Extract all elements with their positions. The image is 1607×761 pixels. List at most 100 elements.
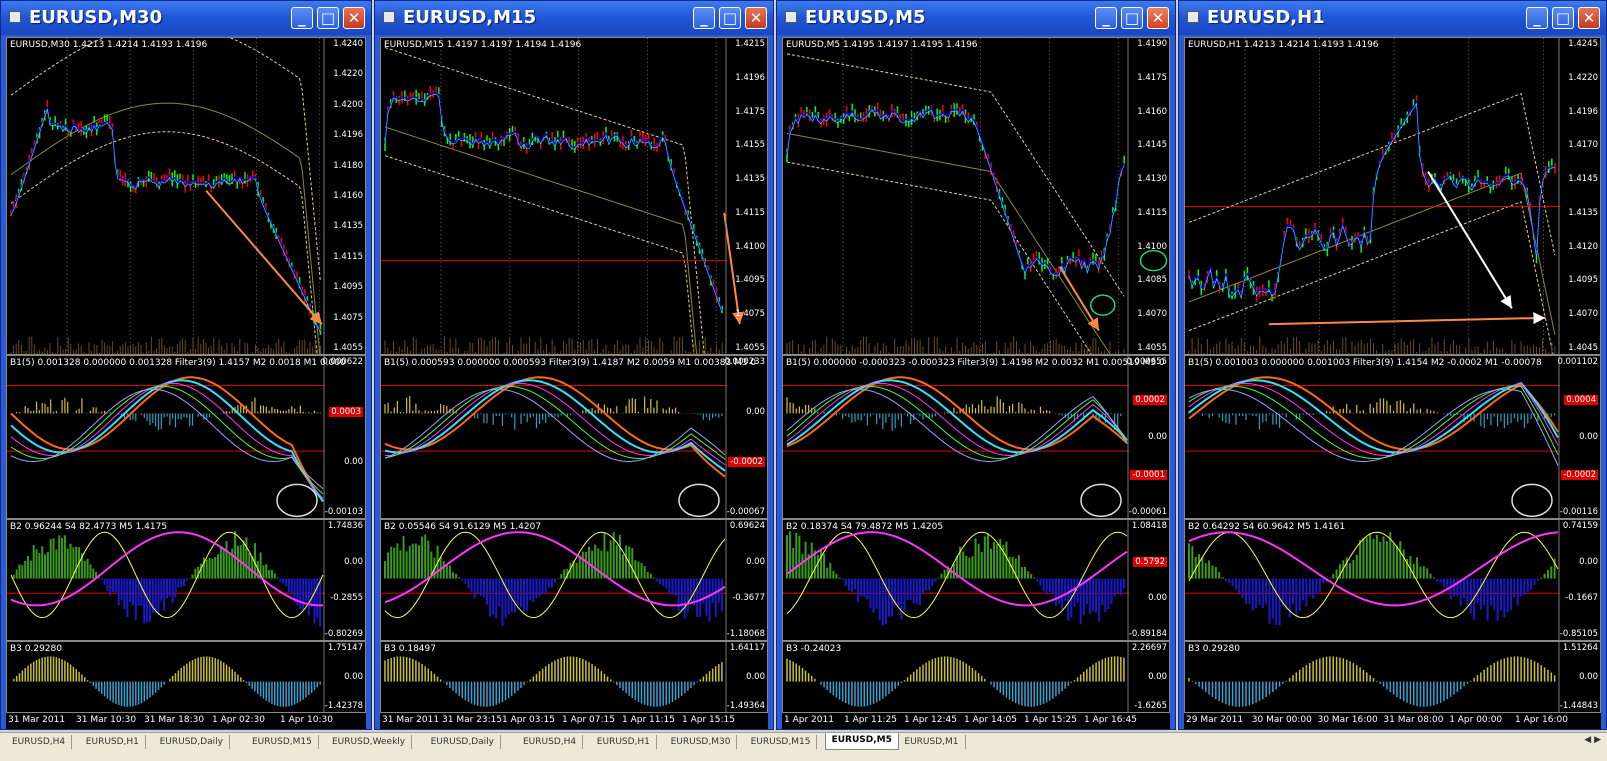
window-titlebar[interactable]: EURUSD,H1 _ □ ✕: [1179, 1, 1606, 35]
axis-tick-label: 0.00: [1148, 432, 1167, 442]
price-axis: 1.08418 0.5792 0.00 -0.89184: [1125, 520, 1169, 640]
trend-arrow: [1427, 171, 1513, 309]
b1-pane[interactable]: B1(5) 0.000593 0.000000 0.000593 Filter3…: [380, 355, 768, 519]
axis-tick-label: 1.4075: [735, 309, 765, 320]
price-pane[interactable]: EURUSD,M30 1.4213 1.4214 1.4193 1.4196 1.…: [6, 37, 366, 355]
axis-tick-label: -0.00061: [1128, 507, 1167, 517]
price-line-2: [786, 109, 1125, 277]
price-pane[interactable]: EURUSD,M5 1.4195 1.4197 1.4195 1.4196 1.4…: [782, 37, 1170, 355]
chart-tab[interactable]: EURUSD,Weekly: [326, 735, 413, 749]
window-titlebar[interactable]: EURUSD,M30 _ □ ✕: [1, 1, 371, 35]
b3-pane[interactable]: B3 0.29280 1.75147 0.00 -1.42378: [6, 641, 366, 713]
axis-tick-label: -1.42378: [324, 701, 363, 711]
axis-tick-label: 0.000622: [322, 357, 363, 367]
b3-indicator-label: B3 0.18497: [384, 644, 436, 654]
close-icon[interactable]: ✕: [1147, 7, 1169, 29]
price-pane[interactable]: EURUSD,M15 1.4197 1.4197 1.4194 1.4196 1.…: [380, 37, 768, 355]
axis-tick-label: -0.0002: [728, 457, 765, 467]
axis-tick-label: 1.4215: [735, 39, 765, 49]
axis-tick-label: 1.4160: [1137, 106, 1167, 117]
time-axis: 31 Mar 2011 31 Mar 10:30 31 Mar 18:30 1 Apr…: [6, 713, 366, 729]
price-plot: [10, 38, 325, 354]
close-icon[interactable]: ✕: [745, 7, 767, 29]
axis-tick-label: 1.4100: [1137, 241, 1167, 252]
b1-pane[interactable]: B1(5) 0.001328 0.000000 0.001328 Filter3…: [6, 355, 366, 519]
b3-pane[interactable]: B3 0.18497 1.64117 0.00 -1.49364: [380, 641, 768, 713]
maximize-icon[interactable]: □: [1552, 7, 1574, 29]
b2-pane[interactable]: B2 0.18374 S4 79.4872 M5 1.4205 1.08418 0.…: [782, 519, 1170, 641]
b3-pane[interactable]: B3 -0.24023 2.26697 0.00 -1.6265: [782, 641, 1170, 713]
chart-tab[interactable]: EURUSD,Daily: [425, 735, 501, 749]
time-tick-label: 1 Apr 15:15: [682, 715, 735, 725]
b1-pane[interactable]: B1(5) 0.001003 0.000000 0.001003 Filter3…: [1184, 355, 1601, 519]
minimize-icon[interactable]: _: [1095, 7, 1117, 29]
axis-tick-label: -0.3677: [732, 593, 765, 603]
axis-tick-label: 1.4240: [333, 39, 363, 49]
time-tick-label: 1 Apr 14:05: [964, 715, 1017, 725]
axis-tick-label: 1.4100: [735, 241, 765, 252]
tab-scroll-arrows[interactable]: ◀ ▶: [1584, 735, 1601, 745]
price-axis: 1.4190 1.4175 1.4160 1.4145 1.4130 1.4115 1.41…: [1125, 38, 1169, 354]
axis-tick-label: 1.4075: [333, 312, 363, 323]
price-pane[interactable]: EURUSD,H1 1.4213 1.4214 1.4193 1.4196 1.4…: [1184, 37, 1601, 355]
axis-tick-label: 1.64117: [729, 643, 765, 653]
minimize-icon[interactable]: _: [1526, 7, 1548, 29]
highlight-circle: [276, 483, 318, 518]
window-titlebar[interactable]: EURUSD,M15 _ □ ✕: [375, 1, 773, 35]
maximize-icon[interactable]: □: [1121, 7, 1143, 29]
axis-tick-label: -0.0001: [1130, 469, 1167, 480]
b1-indicator-label: B1(5) 0.000593 0.000000 0.000593 Filter3…: [384, 358, 757, 368]
axis-tick-label: -1.6265: [1134, 701, 1167, 711]
b2-pane[interactable]: B2 0.64292 S4 60.9642 M5 1.4161 0.74159 0.…: [1184, 519, 1601, 641]
window-titlebar[interactable]: EURUSD,M5 _ □ ✕: [777, 1, 1175, 35]
chart-tab[interactable]: EURUSD,M30: [665, 735, 738, 749]
axis-tick-label: 0.00: [746, 407, 765, 417]
chart-window-eurusd-m15[interactable]: EURUSD,M15 _ □ ✕ EURUSD,M15 1.4197 1.4197 1.…: [374, 0, 774, 730]
b2-pane[interactable]: B2 0.96244 S4 82.4773 M5 1.4175 1.74836 0.…: [6, 519, 366, 641]
chart-tab[interactable]: EURUSD,Daily: [154, 735, 230, 749]
b1-pane[interactable]: B1(5) 0.000000 -0.000323 -0.000323 Filte…: [782, 355, 1170, 519]
axis-tick-label: 1.4135: [1568, 207, 1598, 218]
axis-tick-label: 1.4196: [735, 72, 765, 83]
maximize-icon[interactable]: □: [719, 7, 741, 29]
axis-tick-label: 1.4095: [1568, 275, 1598, 286]
chart-window-eurusd-m30[interactable]: EURUSD,M30 _ □ ✕ EURUSD,M30 1.4213 1.4214 1.…: [0, 0, 372, 730]
time-tick-label: 1 Apr 16:00: [1515, 715, 1568, 725]
oscillator-line: [384, 379, 726, 472]
axis-tick-label: 1.4135: [333, 221, 363, 232]
price-plot: [1185, 38, 1560, 354]
axis-tick-label: 1.4095: [735, 275, 765, 286]
axis-tick-label: 1.4055: [1137, 343, 1167, 353]
maximize-icon[interactable]: □: [317, 7, 339, 29]
price-indicator-label: EURUSD,H1 1.4213 1.4214 1.4193 1.4196: [1188, 40, 1379, 50]
b2-plot: [7, 520, 325, 640]
chart-tab[interactable]: EURUSD,M15: [246, 735, 319, 749]
axis-tick-label: 0.0003: [329, 407, 363, 417]
chart-tab[interactable]: EURUSD,H1: [591, 735, 657, 749]
chart-tab[interactable]: EURUSD,M5: [824, 733, 899, 750]
price-axis: 1.4245 1.4220 1.4196 1.4170 1.4145 1.4135 1.41…: [1556, 38, 1600, 354]
axis-tick-label: 1.4095: [333, 282, 363, 293]
axis-tick-label: 2.26697: [1131, 643, 1167, 653]
chart-tab[interactable]: EURUSD,H4: [6, 735, 73, 749]
axis-tick-label: 1.74836: [327, 521, 363, 531]
chart-tab[interactable]: EURUSD,H1: [80, 735, 146, 749]
minimize-icon[interactable]: _: [291, 7, 313, 29]
price-line: [786, 106, 1125, 275]
chart-tab[interactable]: EURUSD,H4: [517, 735, 584, 749]
axis-tick-label: 0.00: [1579, 557, 1598, 567]
close-icon[interactable]: ✕: [1578, 7, 1600, 29]
upper-band: [10, 38, 321, 282]
chart-tab[interactable]: EURUSD,M1: [898, 735, 966, 749]
close-icon[interactable]: ✕: [343, 7, 365, 29]
chart-tab[interactable]: EURUSD,M15: [745, 735, 818, 749]
axis-tick-label: 0.0002: [1133, 394, 1167, 405]
oscillator-line: [786, 385, 1128, 460]
axis-tick-label: 1.4055: [735, 343, 765, 353]
b3-pane[interactable]: B3 0.29280 1.51264 0.00 -1.44843: [1184, 641, 1601, 713]
chart-window-eurusd-h1[interactable]: EURUSD,H1 _ □ ✕ EURUSD,H1 1.4213 1.4214 1.41…: [1178, 0, 1607, 730]
b2-plot: [381, 520, 727, 640]
minimize-icon[interactable]: _: [693, 7, 715, 29]
chart-window-eurusd-m5[interactable]: EURUSD,M5 _ □ ✕ EURUSD,M5 1.4195 1.4197 1.41…: [776, 0, 1176, 730]
b2-pane[interactable]: B2 0.05546 S4 91.6129 M5 1.4207 0.69624 0.…: [380, 519, 768, 641]
